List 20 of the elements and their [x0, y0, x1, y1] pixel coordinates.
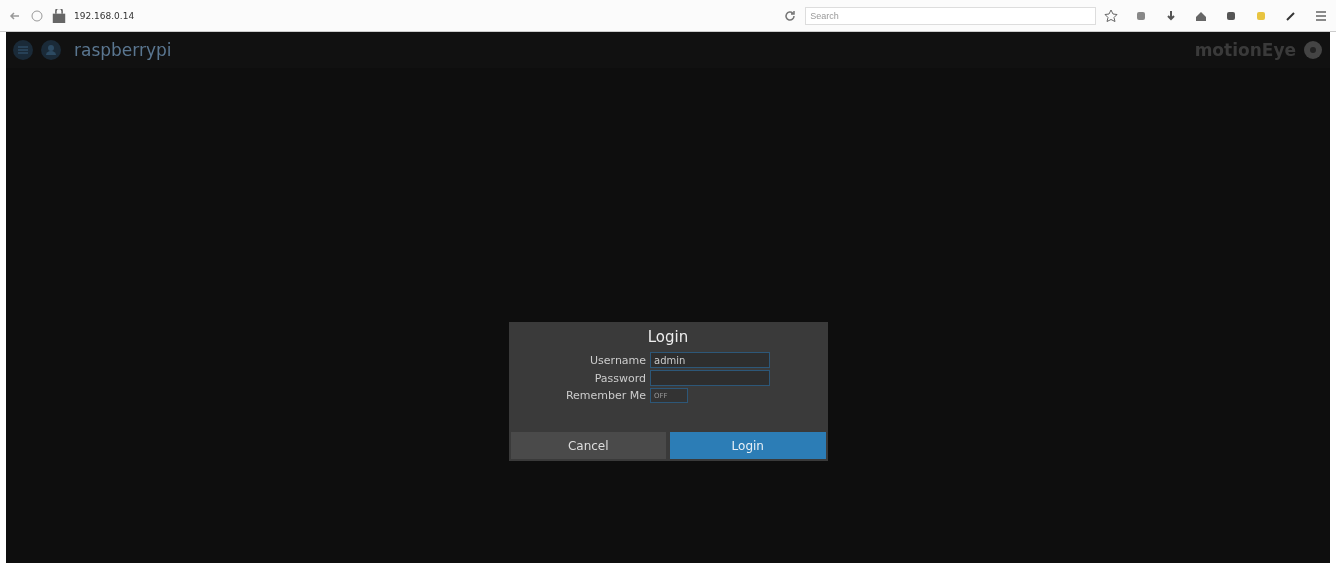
lock-icon — [52, 8, 66, 23]
url-field[interactable]: 192.168.0.14 — [74, 5, 776, 26]
input-field[interactable]: admin — [650, 352, 771, 368]
cancel-button[interactable]: Cancel — [510, 432, 666, 459]
star-icon[interactable] — [1104, 8, 1118, 23]
input-field[interactable] — [650, 370, 771, 386]
field-label: Remember Me — [565, 389, 647, 402]
user-icon[interactable] — [40, 39, 62, 61]
search-field[interactable]: Search — [805, 6, 1096, 25]
eye-logo-icon — [1302, 39, 1324, 61]
menu-icon[interactable] — [12, 39, 34, 61]
camera-title: raspberrypi — [74, 40, 172, 60]
field-label: Password — [593, 371, 647, 385]
reload-icon[interactable] — [783, 8, 798, 23]
menu-icon[interactable] — [1314, 8, 1328, 23]
info-icon[interactable] — [30, 8, 44, 23]
field-label: Username — [589, 353, 647, 367]
download-icon[interactable] — [1164, 8, 1178, 23]
dialog-title: Login — [647, 328, 689, 346]
login-button[interactable]: Login — [670, 432, 826, 459]
